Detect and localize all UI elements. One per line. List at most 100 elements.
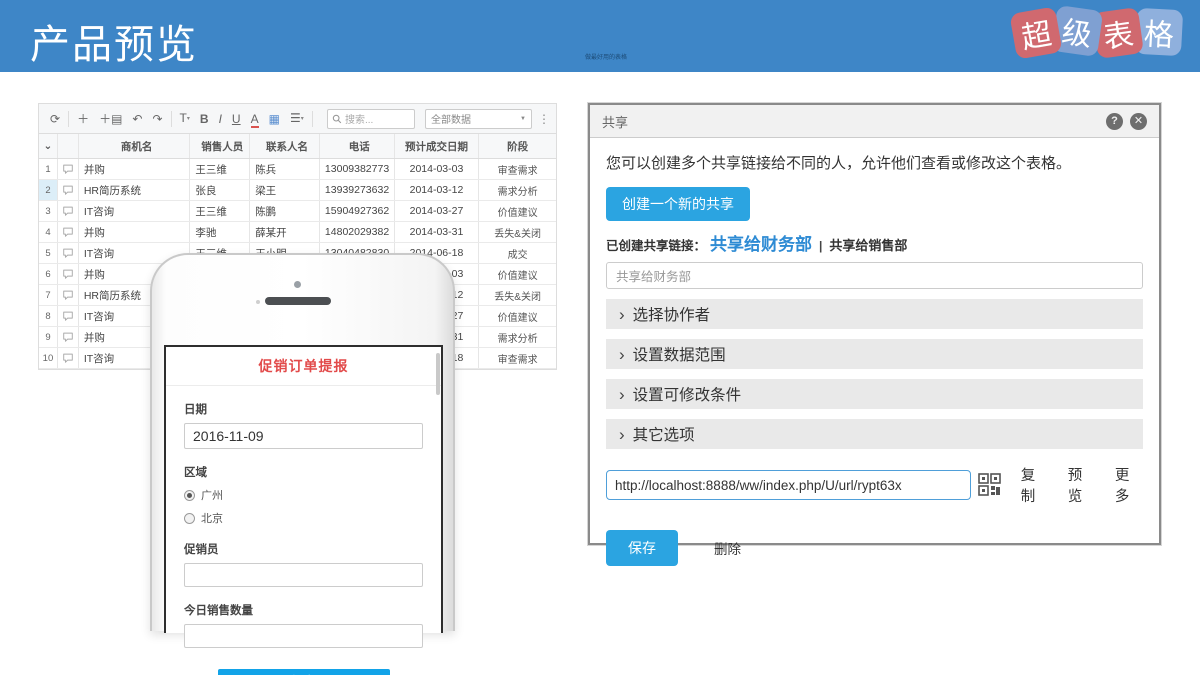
italic-icon[interactable]: I <box>214 105 227 133</box>
qty-field[interactable] <box>184 624 423 648</box>
row-number-cell[interactable]: 9 <box>39 327 58 347</box>
cell-stage[interactable]: 丢失&关闭 <box>479 285 556 305</box>
row-number-cell[interactable]: 2 <box>39 180 58 200</box>
delete-link[interactable]: 删除 <box>714 538 741 558</box>
cell-sales[interactable]: 李驰 <box>190 222 250 242</box>
image-cell-icon[interactable]: ▦ <box>264 105 285 133</box>
cell-contact[interactable]: 梁王 <box>250 180 320 200</box>
row-comment-cell[interactable] <box>58 159 79 179</box>
share-url-input[interactable]: http://localhost:8888/ww/index.php/U/url… <box>606 470 971 500</box>
add-row-icon[interactable]: ＋ <box>72 105 94 133</box>
toolbar-more-icon[interactable]: ⋮ <box>538 112 550 126</box>
cell-date[interactable]: 2014-03-12 <box>395 180 480 200</box>
row-number-cell[interactable]: 4 <box>39 222 58 242</box>
cell-phone[interactable]: 14802029382 <box>320 222 395 242</box>
table-row[interactable]: 1 并购王三维陈兵130093827732014-03-03审查需求 <box>39 159 556 180</box>
column-header[interactable]: 预计成交日期 <box>395 134 480 158</box>
view-selector-dropdown[interactable]: 全部数据 ▼ <box>425 109 532 129</box>
row-number-cell[interactable]: 8 <box>39 306 58 326</box>
cell-name[interactable]: 并购 <box>79 222 191 242</box>
column-header[interactable]: 商机名 <box>79 134 191 158</box>
cell-phone[interactable]: 13009382773 <box>320 159 395 179</box>
more-link[interactable]: 更多 <box>1115 464 1143 506</box>
preview-link[interactable]: 预览 <box>1068 464 1096 506</box>
cell-contact[interactable]: 陈鹏 <box>250 201 320 221</box>
row-comment-cell[interactable] <box>58 222 79 242</box>
cell-name[interactable]: IT咨询 <box>79 201 191 221</box>
region-radio-option[interactable]: 北京 <box>184 510 423 526</box>
promoter-field[interactable] <box>184 563 423 587</box>
row-number-cell[interactable]: 6 <box>39 264 58 284</box>
insert-row-icon[interactable]: ＋▤ <box>94 105 127 133</box>
cell-stage[interactable]: 需求分析 <box>479 327 556 347</box>
copy-link[interactable]: 复制 <box>1021 464 1049 506</box>
search-input[interactable]: 搜索... <box>327 109 415 129</box>
cell-stage[interactable]: 价值建议 <box>479 306 556 326</box>
share-link-sales[interactable]: 共享给销售部 <box>829 235 907 254</box>
row-comment-cell[interactable] <box>58 348 79 368</box>
submit-button[interactable]: 提交 <box>218 669 390 675</box>
accordion-section[interactable]: ›设置数据范围 <box>606 339 1143 369</box>
table-row[interactable]: 4 并购李驰薛某开148020293822014-03-31丢失&关闭 <box>39 222 556 243</box>
column-header[interactable]: 电话 <box>320 134 395 158</box>
region-radio-option[interactable]: 广州 <box>184 487 423 503</box>
row-number-cell[interactable]: 3 <box>39 201 58 221</box>
underline-icon[interactable]: U <box>227 105 246 133</box>
redo-icon[interactable]: ↷ <box>147 105 167 133</box>
row-number-cell[interactable]: 7 <box>39 285 58 305</box>
cell-date[interactable]: 2014-03-03 <box>395 159 480 179</box>
table-row[interactable]: 2 HR简历系统张良梁王139392736322014-03-12需求分析 <box>39 180 556 201</box>
row-comment-cell[interactable] <box>58 180 79 200</box>
cell-stage[interactable]: 价值建议 <box>479 264 556 284</box>
cell-contact[interactable]: 陈兵 <box>250 159 320 179</box>
accordion-section[interactable]: ›设置可修改条件 <box>606 379 1143 409</box>
share-link-finance[interactable]: 共享给财务部 <box>710 230 812 255</box>
cell-name[interactable]: 并购 <box>79 159 191 179</box>
date-field[interactable]: 2016-11-09 <box>184 423 423 449</box>
bold-icon[interactable]: B <box>195 105 214 133</box>
radio-icon[interactable] <box>184 513 195 524</box>
refresh-icon[interactable]: ⟳ <box>45 105 65 133</box>
radio-icon[interactable] <box>184 490 195 501</box>
row-comment-cell[interactable] <box>58 243 79 263</box>
column-header[interactable]: 阶段 <box>479 134 556 158</box>
select-all-cell[interactable]: ⌄ <box>39 134 58 158</box>
scrollbar-thumb[interactable] <box>436 353 440 395</box>
cell-phone[interactable]: 15904927362 <box>320 201 395 221</box>
cell-stage[interactable]: 需求分析 <box>479 180 556 200</box>
row-comment-cell[interactable] <box>58 327 79 347</box>
close-icon[interactable]: ✕ <box>1130 113 1147 130</box>
accordion-section[interactable]: ›其它选项 <box>606 419 1143 449</box>
cell-stage[interactable]: 价值建议 <box>479 201 556 221</box>
create-share-button[interactable]: 创建一个新的共享 <box>606 187 750 221</box>
row-number-cell[interactable]: 10 <box>39 348 58 368</box>
align-icon[interactable]: ☰▾ <box>285 104 309 133</box>
qr-code-icon[interactable] <box>978 472 1002 498</box>
row-comment-cell[interactable] <box>58 201 79 221</box>
cell-sales[interactable]: 王三维 <box>190 201 250 221</box>
row-number-cell[interactable]: 5 <box>39 243 58 263</box>
accordion-section[interactable]: ›选择协作者 <box>606 299 1143 329</box>
undo-icon[interactable]: ↶ <box>127 105 147 133</box>
row-comment-cell[interactable] <box>58 306 79 326</box>
cell-stage[interactable]: 丢失&关闭 <box>479 222 556 242</box>
cell-sales[interactable]: 王三维 <box>190 159 250 179</box>
row-comment-cell[interactable] <box>58 285 79 305</box>
column-header[interactable]: 销售人员 <box>190 134 250 158</box>
cell-stage[interactable]: 成交 <box>479 243 556 263</box>
cell-stage[interactable]: 审查需求 <box>479 159 556 179</box>
cell-sales[interactable]: 张良 <box>190 180 250 200</box>
cell-stage[interactable]: 审查需求 <box>479 348 556 368</box>
cell-contact[interactable]: 薛某开 <box>250 222 320 242</box>
cell-date[interactable]: 2014-03-31 <box>395 222 480 242</box>
share-name-input[interactable]: 共享给财务部 <box>606 262 1143 289</box>
row-number-cell[interactable]: 1 <box>39 159 58 179</box>
font-icon[interactable]: T▾ <box>175 104 195 133</box>
save-button[interactable]: 保存 <box>606 530 678 566</box>
font-color-icon[interactable]: A <box>246 105 264 133</box>
row-comment-cell[interactable] <box>58 264 79 284</box>
cell-name[interactable]: HR简历系统 <box>79 180 191 200</box>
cell-date[interactable]: 2014-03-27 <box>395 201 480 221</box>
column-header[interactable]: 联系人名 <box>250 134 320 158</box>
cell-phone[interactable]: 13939273632 <box>320 180 395 200</box>
